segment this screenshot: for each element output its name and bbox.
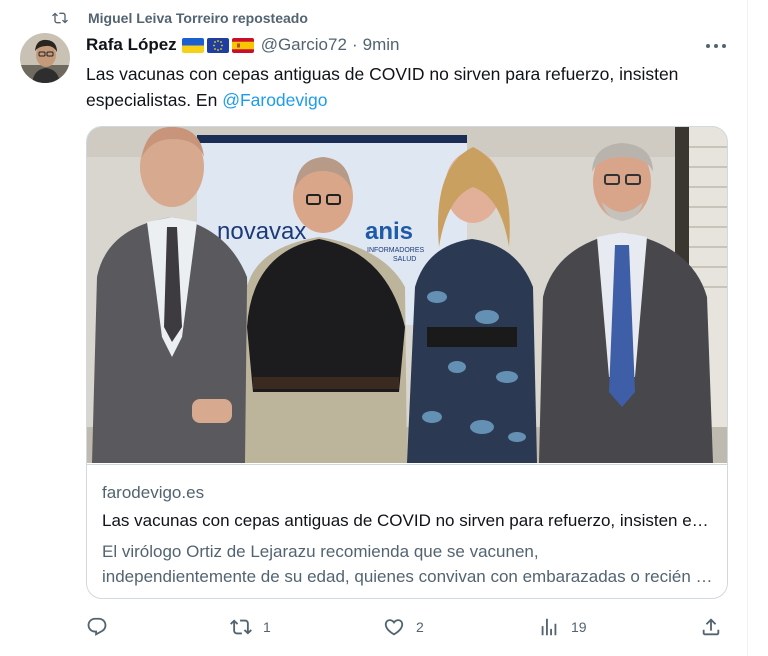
tweet-container[interactable]: Miguel Leiva Torreiro reposteado Rafa Ló…: [0, 0, 748, 656]
share-button[interactable]: [700, 616, 722, 638]
more-options-icon[interactable]: [704, 38, 728, 54]
eu-flag-icon: [206, 37, 229, 53]
header-separator: ·: [351, 35, 358, 54]
views-count: 19: [571, 619, 587, 635]
card-description-line2: independientemente de su edad, quienes c…: [102, 567, 714, 586]
tweet-timestamp[interactable]: 9min: [363, 35, 400, 55]
reply-button[interactable]: [86, 616, 108, 638]
banner-brand2-sub2: SALUD: [393, 256, 416, 263]
mention-link[interactable]: @Farodevigo: [222, 90, 327, 110]
tweet-text: Las vacunas con cepas antiguas de COVID …: [86, 61, 736, 113]
link-card[interactable]: novavax anis INFORMADORES SALUD farodevi…: [86, 126, 728, 599]
ukraine-flag-icon: [181, 37, 204, 53]
author-handle[interactable]: @Garcio72: [261, 35, 347, 55]
card-title: Las vacunas con cepas antiguas de COVID …: [102, 511, 714, 530]
retweet-count: 1: [263, 619, 271, 635]
card-description-line1: El virólogo Ortiz de Lejarazu recomienda…: [102, 542, 539, 561]
retweet-icon: [230, 619, 252, 635]
repost-header[interactable]: Miguel Leiva Torreiro reposteado: [52, 8, 308, 28]
tweet-header: Rafa López @Garcio72 · 9min: [86, 33, 399, 57]
card-domain: farodevigo.es: [102, 483, 205, 502]
repost-icon: [52, 12, 68, 24]
share-icon: [702, 618, 720, 636]
banner-brand2-sub1: INFORMADORES: [367, 247, 425, 254]
tweet-body: Las vacunas con cepas antiguas de COVID …: [86, 64, 679, 110]
views-button[interactable]: 19: [538, 616, 587, 638]
card-image[interactable]: novavax anis INFORMADORES SALUD: [87, 127, 727, 463]
avatar[interactable]: [20, 33, 70, 83]
repost-label: Miguel Leiva Torreiro reposteado: [88, 10, 308, 26]
heart-icon: [384, 619, 404, 636]
card-body[interactable]: farodevigo.es Las vacunas con cepas anti…: [87, 464, 727, 598]
analytics-icon: [541, 618, 557, 636]
author-flags: [181, 37, 257, 53]
card-description: El virólogo Ortiz de Lejarazu recomienda…: [102, 539, 714, 589]
like-button[interactable]: 2: [383, 616, 424, 638]
reply-icon: [87, 617, 107, 636]
spain-flag-icon: [231, 37, 254, 53]
author-name[interactable]: Rafa López: [86, 35, 177, 55]
like-count: 2: [416, 619, 424, 635]
banner-brand2: anis: [365, 218, 413, 245]
retweet-button[interactable]: 1: [230, 616, 271, 638]
banner-brand1: novavax: [217, 218, 306, 245]
